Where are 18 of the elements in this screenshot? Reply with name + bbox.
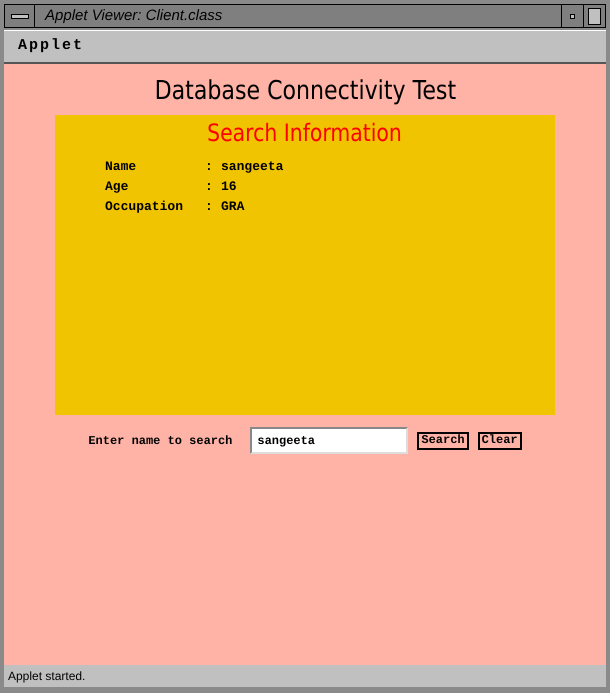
field-label: Age [105,178,130,196]
search-field[interactable]: sangeeta [250,427,408,454]
menu-item[interactable]: Applet [18,35,84,58]
field-separator: : [205,198,214,216]
field-separator: : [205,178,214,196]
heading: Database Connectivity Test [154,75,456,108]
field-value: GRA [221,198,246,216]
panel-title: Search Information [208,118,402,149]
field-value: sangeeta [221,158,284,176]
search-button[interactable]: Search [417,432,469,450]
field-label: Occupation [105,198,184,216]
field-separator: : [205,158,214,176]
window-title: Applet Viewer: Client.class [45,6,224,26]
field-label: Name [105,158,138,176]
clear-button[interactable]: Clear [478,432,522,450]
status-text: Applet started. [8,668,86,685]
search-label: Enter name to search [88,432,232,450]
field-value: 16 [221,178,238,196]
